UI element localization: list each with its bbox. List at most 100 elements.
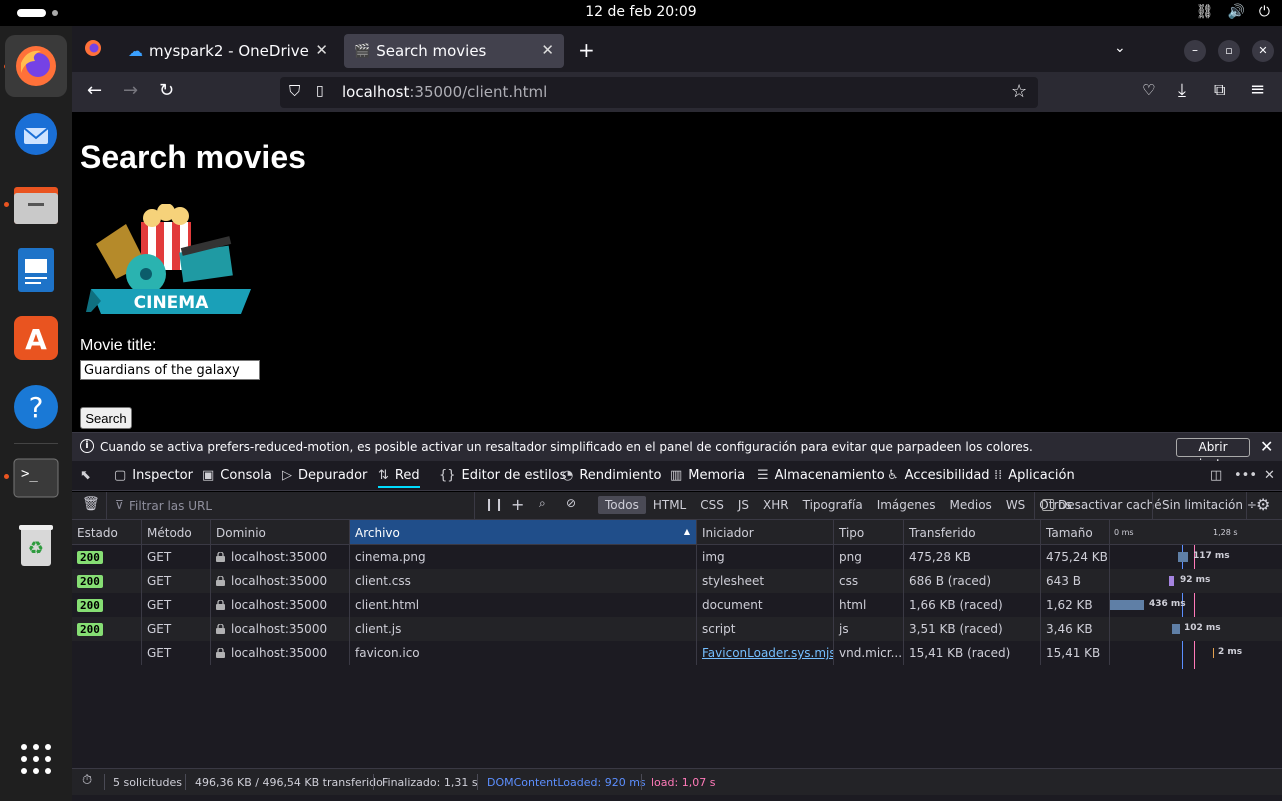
forward-icon[interactable]: → [123,80,138,101]
filter-images[interactable]: Imágenes [870,496,943,514]
block-icon[interactable]: ⊘ [566,496,576,510]
tab-performance[interactable]: ◔ Rendimiento [562,468,661,483]
movie-title-label: Movie title: [80,337,157,354]
column-initiator[interactable]: Iniciador [697,520,834,544]
tab-network[interactable]: ⇅ Red [378,468,420,488]
cell-size: 1,62 KB [1041,593,1110,617]
writer-icon[interactable] [10,244,62,296]
devtools-tab-bar: ⬉ ▢ Inspector ▣ Consola ▷ Depurador ⇅ Red {}… [72,461,1282,491]
pocket-icon[interactable]: ♡ [1142,81,1155,99]
tab-bar: ☁ myspark2 - OneDrive ✕ 🎬 Search movies … [72,26,1282,72]
reload-icon[interactable]: ↻ [159,80,174,101]
downloads-icon[interactable]: ⤓ [1178,80,1186,101]
maximize-icon[interactable]: ▫ [1218,40,1240,62]
search-icon[interactable]: ⌕ [539,496,546,511]
column-method[interactable]: Método [142,520,211,544]
filter-xhr[interactable]: XHR [756,496,796,514]
thunderbird-icon[interactable] [10,108,62,160]
column-transferred[interactable]: Transferido [904,520,1041,544]
filter-icon: ⊽ [115,498,124,512]
menu-icon[interactable]: ≡ [1250,79,1265,100]
close-tab-icon[interactable]: ✕ [541,41,554,59]
new-tab-icon[interactable]: + [578,38,595,62]
cell-method: GET [142,641,211,665]
filter-ws[interactable]: WS [999,496,1032,514]
terminal-icon[interactable]: >_ [10,452,62,504]
tab-search-movies[interactable]: 🎬 Search movies ✕ [344,34,564,68]
column-size[interactable]: Tamaño [1041,520,1110,544]
pick-element-icon[interactable]: ⬉ [80,468,91,483]
show-apps-icon[interactable] [10,733,62,785]
trash-icon[interactable]: ♻ [10,519,62,571]
firefox-view-icon[interactable] [84,39,102,62]
app-center-icon[interactable]: A [10,312,62,364]
tab-debugger[interactable]: ▷ Depurador [282,468,367,483]
column-waterfall[interactable]: 0 ms 1,28 s [1110,520,1282,544]
url-bar[interactable]: ⛉ ▯ localhost:35000/client.html ☆ [280,77,1038,108]
back-icon[interactable]: ← [87,80,102,101]
column-file[interactable]: Archivo ▲ [350,520,697,544]
method-text: GET [147,598,172,612]
filter-fonts[interactable]: Tipografía [796,496,870,514]
close-tab-icon[interactable]: ✕ [315,41,328,59]
minimize-icon[interactable]: – [1184,40,1206,62]
list-tabs-icon[interactable]: ⌄ [1114,40,1126,56]
shield-icon[interactable]: ⛉ [289,82,300,100]
disable-cache-checkbox[interactable] [1042,499,1054,511]
filter-html[interactable]: HTML [646,496,693,514]
close-window-icon[interactable]: ✕ [1252,40,1274,62]
system-tray[interactable]: ⛓ 🔊 ⏻ [1196,4,1270,20]
column-status[interactable]: Estado [72,520,142,544]
filter-urls-input[interactable]: Filtrar las URL [129,499,212,513]
tab-console[interactable]: ▣ Consola [202,468,272,483]
system-clock[interactable]: 12 de feb 20:09 [0,4,1282,20]
stopwatch-icon[interactable]: ⏱ [82,773,92,788]
open-settings-button[interactable]: Abrir ajustes [1176,438,1250,471]
throttling-select[interactable]: Sin limitación ÷ [1162,498,1257,512]
table-row[interactable]: 200 GET localhost:35000 client.css styleshee… [72,569,1282,593]
tab-accessibility[interactable]: ♿ Accesibilidad [887,468,990,483]
tab-application[interactable]: ⁞⁞ Aplicación [994,468,1075,483]
close-devtools-icon[interactable]: ✕ [1264,468,1275,483]
tab-style-editor[interactable]: {} Editor de estilos [439,468,566,483]
filter-all[interactable]: Todos [598,496,646,514]
table-row[interactable]: 200 GET localhost:35000 client.js script js 3,… [72,617,1282,641]
url-text[interactable]: localhost:35000/client.html [342,83,547,101]
tab-onedrive[interactable]: ☁ myspark2 - OneDrive ✕ [118,34,338,68]
filter-media[interactable]: Medios [943,496,999,514]
table-row[interactable]: 200 GET localhost:35000 client.html document… [72,593,1282,617]
bookmark-star-icon[interactable]: ☆ [1011,81,1027,102]
tab-inspector[interactable]: ▢ Inspector [114,468,193,483]
dock-side-icon[interactable]: ◫ [1210,468,1222,483]
column-type[interactable]: Tipo [834,520,904,544]
tab-storage[interactable]: ☰ Almacenamiento [757,468,885,483]
extensions-icon[interactable]: ⧉ [1214,80,1225,100]
tab-memory[interactable]: ▥ Memoria [670,468,745,483]
table-row[interactable]: GET localhost:35000 favicon.ico FaviconLoad… [72,641,1282,665]
status-badge: 200 [77,551,103,564]
add-request-icon[interactable]: + [511,495,524,514]
firefox-icon[interactable] [5,35,67,97]
transferred-text: 15,41 KB (raced) [909,646,1011,660]
column-domain[interactable]: Dominio [211,520,350,544]
files-icon[interactable] [10,178,62,230]
cinema-logo-image: CINEMA [86,204,251,314]
search-button[interactable]: Search [80,407,132,429]
help-icon[interactable]: ? [10,381,62,433]
page-title: Search movies [80,139,306,175]
cell-size: 643 B [1041,569,1110,593]
table-row[interactable]: 200 GET localhost:35000 cinema.png img png 475… [72,545,1282,569]
status-badge: 200 [77,599,103,612]
close-notice-icon[interactable]: ✕ [1260,437,1273,456]
filter-js[interactable]: JS [731,496,756,514]
pause-icon[interactable]: ❙❙ [484,497,504,511]
trash-clear-icon[interactable]: 🗑 [82,496,100,512]
movie-title-input[interactable] [80,360,260,380]
more-options-icon[interactable]: ••• [1234,468,1257,483]
filter-css[interactable]: CSS [693,496,731,514]
cell-type: html [834,593,904,617]
settings-gear-icon[interactable]: ⚙ [1256,495,1270,514]
initiator-text[interactable]: FaviconLoader.sys.mjs:1... [702,646,833,660]
gauge-icon: ◔ [562,468,574,483]
transferred-text: 686 B (raced) [909,574,992,588]
